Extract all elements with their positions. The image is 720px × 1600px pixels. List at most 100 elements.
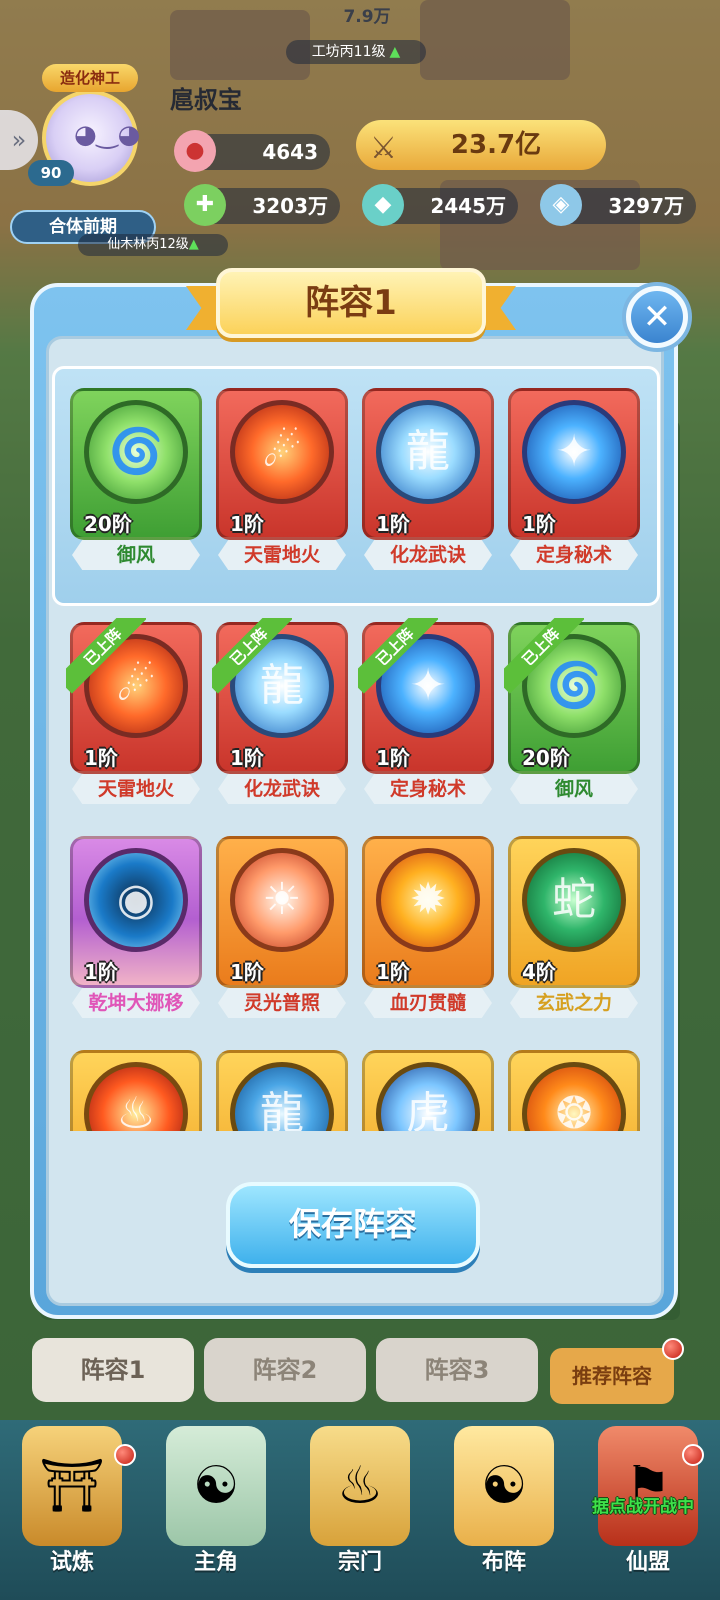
top-building-level[interactable]: 工坊丙11级 ▲	[286, 40, 426, 64]
avatar-title: 造化神工	[42, 64, 138, 92]
deployed-tag: 已上阵	[66, 618, 146, 698]
top-value: 7.9万	[343, 7, 391, 27]
skill-card[interactable]: 龍 1阶 化龙武诀 已上阵	[212, 618, 348, 804]
flame-wave-icon: ❂	[555, 1088, 593, 1131]
notification-dot	[662, 1338, 684, 1360]
skill-name: 玄武之力	[510, 988, 638, 1018]
resource-value: 3203万	[252, 194, 328, 218]
skill-rank: 4阶	[522, 960, 556, 984]
resource-herb[interactable]: ✚ 3203万	[184, 184, 340, 226]
skill-card[interactable]: ☄ 1阶天雷地火	[216, 388, 348, 570]
resource-peach[interactable]: ● 4643	[174, 130, 330, 172]
skill-rank: 1阶	[376, 746, 410, 770]
skill-card[interactable]: ◉ 1阶 乾坤大挪移	[70, 836, 202, 1018]
skill-rank: 1阶	[376, 960, 410, 984]
upgrade-arrow-icon: ▲	[389, 44, 401, 60]
void-swap-icon: ◉	[116, 874, 156, 925]
nav-label: 主角	[193, 1550, 238, 1575]
skill-name: 灵光普照	[218, 988, 346, 1018]
skill-name: 定身秘术	[364, 774, 492, 804]
mid-building-level[interactable]: 仙木林丙12级▲	[78, 234, 228, 256]
stone-icon: ◈	[540, 184, 582, 226]
close-button[interactable]: ✕	[622, 282, 692, 352]
skill-name: 化龙武诀	[218, 774, 346, 804]
tab-lineup-2[interactable]: 阵容2	[204, 1338, 366, 1402]
tab-lineup-3[interactable]: 阵容3	[376, 1338, 538, 1402]
white-tiger-icon: 虎	[406, 1088, 450, 1131]
nav-label: 仙盟	[625, 1550, 670, 1575]
skill-card[interactable]: ☀ 1阶 灵光普照	[216, 836, 348, 1018]
modal-title-ribbon: 阵容1	[186, 268, 516, 340]
deployed-tag: 已上阵	[504, 618, 584, 698]
nav-item-hero[interactable]: ☯ 主角	[144, 1420, 288, 1600]
skill-card[interactable]: 龍 1阶化龙武诀	[362, 388, 494, 570]
notification-dot	[114, 1444, 136, 1466]
deployed-tag-label: 已上阵	[212, 618, 292, 694]
skill-list[interactable]: ☄ 1阶 天雷地火 已上阵龍 1阶 化龙武诀 已上阵 ✦ 1阶 定身秘术 已上阵 🌀 20阶 御风 已上阵 ◉…	[52, 606, 660, 1131]
skill-card[interactable]: 🌀 20阶 御风	[70, 388, 202, 570]
skill-name: 定身秘术	[510, 540, 638, 570]
deployed-tag-label: 已上阵	[66, 618, 146, 694]
blood-blade-icon: ✹	[409, 874, 447, 925]
skill-name: 御风	[72, 540, 200, 570]
skill-rank: 20阶	[522, 746, 570, 770]
skill-rank: 1阶	[230, 512, 264, 536]
azure-dragon-icon: 龍	[260, 1088, 304, 1131]
skill-card[interactable]: 🌀 20阶 御风 已上阵	[504, 618, 640, 804]
skill-card[interactable]: ♨	[70, 1050, 202, 1131]
skill-name: 天雷地火	[72, 774, 200, 804]
alliance-banner-icon: ⚑	[598, 1426, 698, 1546]
modal-title: 阵容1	[216, 268, 486, 338]
skill-card[interactable]: ❂	[508, 1050, 640, 1131]
skill-card[interactable]: ✦ 1阶定身秘术	[508, 388, 640, 570]
nav-item-formation[interactable]: ☯ 布阵	[432, 1420, 576, 1600]
deployed-tag: 已上阵	[212, 618, 292, 698]
resource-value: 3297万	[608, 194, 684, 218]
yin-yang-icon: ☯	[454, 1426, 554, 1546]
power-value: 23.7亿	[450, 130, 542, 160]
nav-label: 布阵	[481, 1550, 526, 1575]
skill-rank: 1阶	[230, 746, 264, 770]
tab-lineup-1[interactable]: 阵容1	[32, 1338, 194, 1402]
fox-face-icon: ◕‿◕	[74, 120, 141, 150]
notification-dot	[682, 1444, 704, 1466]
resource-value: 2445万	[430, 194, 506, 218]
herb-icon: ✚	[184, 184, 226, 226]
skill-card[interactable]: ☄ 1阶 天雷地火 已上阵	[66, 618, 202, 804]
nav-label: 宗门	[337, 1550, 382, 1575]
incense-burner-icon: ♨	[310, 1426, 410, 1546]
binding-spark-icon: ✦	[555, 426, 593, 477]
skill-name: 天雷地火	[218, 540, 346, 570]
deployed-tag-label: 已上阵	[358, 618, 438, 694]
resource-value: 4643	[262, 140, 318, 164]
meteor-fire-icon: ☄	[262, 426, 302, 477]
skill-name: 乾坤大挪移	[72, 988, 200, 1018]
close-icon: ✕	[631, 291, 683, 343]
nav-item-sect[interactable]: ♨ 宗门	[288, 1420, 432, 1600]
skill-card[interactable]: 虎	[362, 1050, 494, 1131]
save-lineup-button[interactable]: 保存阵容	[226, 1182, 480, 1268]
combat-power: ⚔ 23.7亿	[356, 120, 606, 170]
stronghold-battle-banner: 据点战开战中	[592, 1497, 694, 1517]
deployed-tag-label: 已上阵	[504, 618, 584, 694]
resource-stone[interactable]: ◈ 3297万	[540, 184, 696, 226]
phoenix-icon: ♨	[116, 1088, 156, 1131]
skill-card[interactable]: 龍	[216, 1050, 348, 1131]
radiance-icon: ☀	[262, 874, 302, 925]
tortoise-serpent-icon: 蛇	[552, 874, 596, 925]
building-level-label: 工坊丙11级	[311, 44, 386, 60]
skill-card[interactable]: 蛇 4阶玄武之力	[508, 836, 640, 1018]
skill-rank: 1阶	[376, 512, 410, 536]
ice-dragon-icon: 龍	[406, 426, 450, 477]
skill-name: 化龙武诀	[364, 540, 492, 570]
whirlwind-icon: 🌀	[108, 426, 164, 477]
skill-card[interactable]: ✹ 1阶 血刃贯髓	[362, 836, 494, 1018]
meditating-figure-icon: ☯	[166, 1426, 266, 1546]
deployed-tag: 已上阵	[358, 618, 438, 698]
recommend-lineup-button[interactable]: 推荐阵容	[550, 1348, 674, 1404]
player-level-badge: 90	[28, 160, 74, 186]
resource-crystal[interactable]: ◆ 2445万	[362, 184, 518, 226]
skill-rank: 1阶	[522, 512, 556, 536]
crystal-icon: ◆	[362, 184, 404, 226]
skill-card[interactable]: ✦ 1阶 定身秘术 已上阵	[358, 618, 494, 804]
